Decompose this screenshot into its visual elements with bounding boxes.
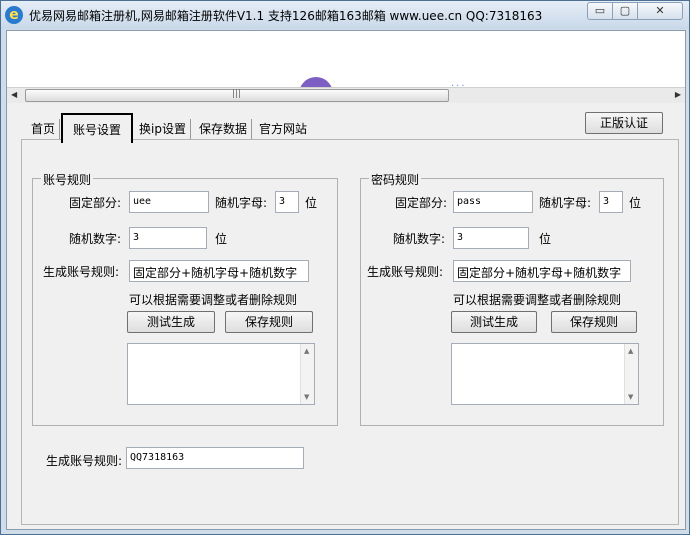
fixed-part-label: 固定部分:: [395, 196, 448, 210]
account-result-textarea[interactable]: ▲ ▼: [127, 343, 315, 405]
banner-decoration: [299, 77, 333, 87]
scroll-up-icon[interactable]: ▲: [304, 347, 309, 355]
app-window: e 优易网易邮箱注册机,网易邮箱注册软件V1.1 支持126邮箱163邮箱 ww…: [0, 0, 690, 535]
password-rules-title: 密码规则: [369, 171, 422, 188]
tab-home[interactable]: 首页: [27, 119, 61, 139]
tab-save-data[interactable]: 保存数据: [195, 119, 253, 139]
letter-unit-label: 位: [305, 196, 318, 210]
random-letter-label: 随机字母:: [539, 196, 592, 210]
web-banner: ···: [7, 31, 685, 87]
random-digit-label: 随机数字:: [69, 232, 122, 246]
close-button[interactable]: ✕: [637, 2, 683, 20]
password-save-button[interactable]: 保存规则: [551, 311, 637, 333]
grip-icon: |||: [232, 89, 242, 99]
tab-panel: 账号规则 固定部分: uee 随机字母: 3 位 随机数字: 3 位 生成账号规…: [21, 139, 679, 525]
tab-ip-settings[interactable]: 换ip设置: [135, 119, 191, 139]
tab-account-settings[interactable]: 账号设置: [61, 113, 134, 143]
password-rule-input[interactable]: 固定部分+随机字母+随机数字: [453, 260, 631, 282]
scroll-up-icon[interactable]: ▲: [628, 347, 633, 355]
account-rule-label: 生成账号规则:: [43, 265, 120, 279]
window-title: 优易网易邮箱注册机,网易邮箱注册软件V1.1 支持126邮箱163邮箱 www.…: [29, 9, 543, 23]
bottom-rule-input[interactable]: QQ7318163: [126, 447, 304, 469]
password-hint: 可以根据需要调整或者删除规则: [453, 293, 622, 307]
account-hint: 可以根据需要调整或者删除规则: [129, 293, 298, 307]
password-random-digit-input[interactable]: 3: [453, 227, 529, 249]
bottom-rule-label: 生成账号规则:: [46, 454, 123, 468]
account-rule-input[interactable]: 固定部分+随机字母+随机数字: [129, 260, 309, 282]
random-digit-label: 随机数字:: [393, 232, 446, 246]
password-fixed-input[interactable]: pass: [453, 191, 533, 213]
random-letter-label: 随机字母:: [215, 196, 268, 210]
maximize-button[interactable]: ▢: [612, 2, 638, 20]
minimize-button[interactable]: ▭: [587, 2, 613, 20]
textarea-scrollbar[interactable]: ▲ ▼: [624, 344, 638, 404]
fixed-part-label: 固定部分:: [69, 196, 122, 210]
client-area: ··· ◀ ||| ▶ 账号规则 固定部分: uee 随机字母: 3 位 随机数…: [6, 30, 686, 530]
textarea-scrollbar[interactable]: ▲ ▼: [300, 344, 314, 404]
password-test-button[interactable]: 测试生成: [451, 311, 537, 333]
password-rule-label: 生成账号规则:: [367, 265, 444, 279]
digit-unit-label: 位: [215, 232, 228, 246]
password-rules-group: 密码规则 固定部分: pass 随机字母: 3 位 随机数字: 3 位 生成账号…: [360, 171, 664, 426]
tab-official-site[interactable]: 官方网站: [255, 119, 311, 139]
account-rules-title: 账号规则: [41, 171, 94, 188]
license-auth-button[interactable]: 正版认证: [585, 112, 663, 134]
scrollbar-thumb[interactable]: |||: [25, 89, 449, 102]
account-save-button[interactable]: 保存规则: [225, 311, 313, 333]
scroll-down-icon[interactable]: ▼: [304, 393, 309, 401]
account-test-button[interactable]: 测试生成: [127, 311, 215, 333]
account-random-digit-input[interactable]: 3: [129, 227, 207, 249]
account-random-letter-input[interactable]: 3: [275, 191, 299, 213]
title-bar[interactable]: e 优易网易邮箱注册机,网易邮箱注册软件V1.1 支持126邮箱163邮箱 ww…: [1, 1, 689, 29]
password-random-letter-input[interactable]: 3: [599, 191, 623, 213]
account-rules-group: 账号规则 固定部分: uee 随机字母: 3 位 随机数字: 3 位 生成账号规…: [32, 171, 338, 426]
app-logo-icon: e: [5, 6, 23, 24]
scroll-right-icon[interactable]: ▶: [675, 90, 681, 99]
password-result-textarea[interactable]: ▲ ▼: [451, 343, 639, 405]
digit-unit-label: 位: [539, 232, 552, 246]
account-fixed-input[interactable]: uee: [129, 191, 209, 213]
letter-unit-label: 位: [629, 196, 642, 210]
scroll-left-icon[interactable]: ◀: [11, 90, 17, 99]
horizontal-scrollbar[interactable]: ◀ ||| ▶: [7, 87, 685, 103]
scroll-down-icon[interactable]: ▼: [628, 393, 633, 401]
